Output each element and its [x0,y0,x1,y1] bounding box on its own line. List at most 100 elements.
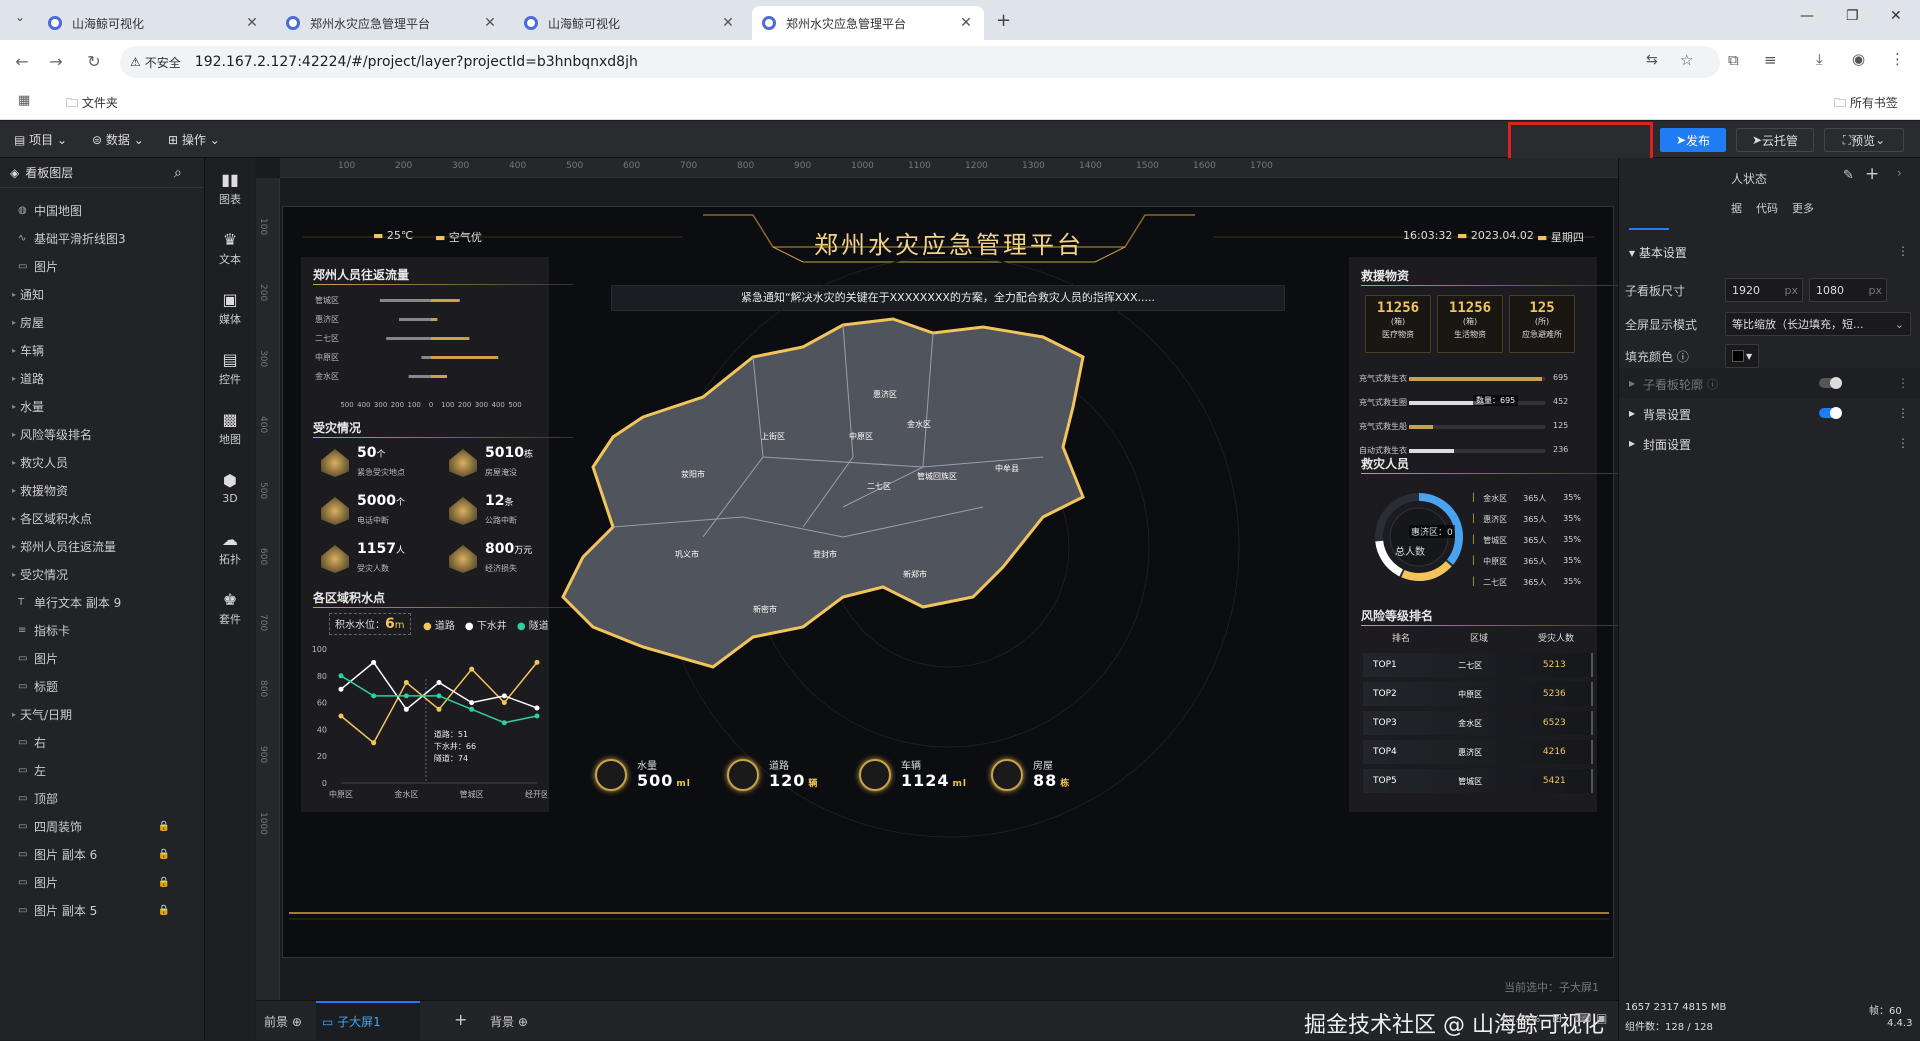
lock-icon[interactable]: 🔒 [158,821,170,832]
layer-item[interactable]: ▸ 各区域积水点 [0,504,204,532]
background-toggle[interactable] [1819,407,1842,419]
widget-media[interactable]: ▣ 媒体 [205,278,255,338]
security-label[interactable]: 不安全 [145,54,181,71]
caret-right-icon[interactable]: ▸ [8,318,20,327]
add-circle-icon[interactable]: ⊕ [518,1015,528,1029]
bar-fill[interactable] [1409,377,1543,381]
more-icon[interactable]: ⋮ [1897,436,1909,450]
widget-kit[interactable]: ♚ 套件 [205,578,255,638]
help-icon[interactable]: ⓘ [1707,376,1718,392]
close-tab-icon[interactable]: ✕ [244,15,260,31]
layer-item[interactable]: ▸ 天气/日期 [0,700,204,728]
tab-list-dropdown[interactable]: ⌄ [10,10,30,30]
layer-item[interactable]: ▸ 房屋 [0,308,204,336]
caret-right-icon[interactable]: ▸ [8,710,20,719]
layer-item[interactable]: ▸ 通知 [0,280,204,308]
chevron-right-icon[interactable]: › [1897,166,1902,180]
browser-tab-active[interactable]: 郑州水灾应急管理平台 ✕ [752,6,984,40]
new-tab-icon[interactable]: + [996,10,1011,31]
star-icon[interactable]: ☆ [1680,51,1693,69]
media-icon[interactable]: ≡ [1764,51,1777,69]
lock-icon[interactable]: 🔒 [158,905,170,916]
close-tab-icon[interactable]: ✕ [720,15,736,31]
terminal-icon[interactable]: ▣ [1596,1011,1607,1025]
tab-background[interactable]: 背景 ⊕ [490,1013,528,1030]
download-icon[interactable]: ⤓ [1816,50,1823,68]
browser-tab[interactable]: 郑州水灾应急管理平台 ✕ [276,6,508,40]
layer-item[interactable]: ∿ 基础平滑折线图3 [0,224,204,252]
caret-right-icon[interactable]: ▸ [8,542,20,551]
add-icon[interactable]: + [1865,164,1879,184]
layer-item[interactable]: ▭ 四周装饰 🔒 [0,812,204,840]
layer-item[interactable]: ▸ 水量 [0,392,204,420]
close-tab-icon[interactable]: ✕ [482,15,498,31]
add-circle-icon[interactable]: ⊕ [292,1015,302,1029]
extensions-icon[interactable]: ⧉ [1728,51,1739,69]
apps-icon[interactable]: ▦ [18,93,30,108]
caret-right-icon[interactable]: ▸ [8,402,20,411]
browser-tab[interactable]: 山海鲸可视化 ✕ [38,6,270,40]
fill-color-picker[interactable]: ▼ [1725,344,1759,368]
caret-right-icon[interactable]: ▸ [8,458,20,467]
tab-sub-screen[interactable]: ▭ 子大屏1 [316,1001,420,1041]
menu-data[interactable]: ⊜ 数据 ⌄ [92,131,144,148]
bar-fill[interactable] [1409,449,1454,453]
layer-item[interactable]: ≡ 指标卡 [0,616,204,644]
layer-item[interactable]: ▭ 图片 [0,644,204,672]
canvas-area[interactable]: 100 200 300 400 500 600 700 800 900 1000 1100 1200 1… [256,158,1618,1000]
section-basic[interactable]: ▾ 基本设置 [1629,244,1687,261]
back-icon[interactable]: ← [12,52,32,71]
layer-item[interactable]: ▭ 左 [0,756,204,784]
layer-item[interactable]: ▭ 图片 副本 5 🔒 [0,896,204,924]
menu-project[interactable]: ▤ 项目 ⌄ [14,131,67,148]
height-input[interactable]: 1080 px [1809,278,1887,302]
layer-item[interactable]: ▭ 顶部 [0,784,204,812]
layer-item[interactable]: ▸ 郑州人员往返流量 [0,532,204,560]
translate-icon[interactable]: ⇆ [1646,52,1658,68]
keyboard-icon[interactable]: ⌨ [1574,1011,1591,1025]
lock-icon[interactable]: 🔒 [158,849,170,860]
layer-item[interactable]: ▸ 受灾情况 [0,560,204,588]
layer-item[interactable]: ◍ 中国地图 [0,196,204,224]
caret-right-icon[interactable]: ▸ [8,346,20,355]
widget-map[interactable]: ▩ 地图 [205,398,255,458]
outline-toggle[interactable] [1819,377,1842,389]
edit-icon[interactable]: ✎ [1843,168,1854,183]
caret-right-icon[interactable]: ▸ [8,430,20,439]
preview-button[interactable]: ⛶ 预览 ⌄ [1824,128,1904,152]
risk-row[interactable]: TOP3 金水区 6523 [1363,711,1593,735]
lock-icon[interactable]: 🔒 [158,877,170,888]
caret-right-icon[interactable]: ▸ [8,514,20,523]
close-window-icon[interactable]: ✕ [1890,8,1902,24]
more-icon[interactable]: ⋮ [1897,244,1909,258]
layer-item[interactable]: ▭ 标题 [0,672,204,700]
risk-row[interactable]: TOP5 管城区 5421 [1363,769,1593,793]
risk-row[interactable]: TOP4 惠济区 4216 [1363,740,1593,764]
browser-tab[interactable]: 山海鲸可视化 ✕ [514,6,746,40]
layer-item[interactable]: ▸ 车辆 [0,336,204,364]
tab-data[interactable]: 据 [1731,200,1742,216]
layer-item[interactable]: ▭ 右 [0,728,204,756]
warning-icon[interactable]: ⚠ [130,55,141,69]
width-input[interactable]: 1920 px [1725,278,1803,302]
minimize-icon[interactable]: — [1800,8,1814,24]
widget-text[interactable]: ♛ 文本 [205,218,255,278]
tab-more[interactable]: 更多 [1792,200,1814,216]
all-bookmarks[interactable]: 🗀 所有书签 [1834,94,1898,115]
layer-item[interactable]: ▸ 救灾人员 [0,448,204,476]
zoom-level[interactable]: 69.79% [1502,1014,1540,1025]
cover-row[interactable]: ▸ 封面设置 ⋮ [1619,428,1920,458]
more-icon[interactable]: ⋮ [1897,406,1909,420]
map-region-outline[interactable] [561,317,1085,669]
widget-3d[interactable]: ⬢ 3D [205,458,255,518]
caret-right-icon[interactable]: ▸ [8,290,20,299]
bookmark-folder[interactable]: 🗀 文件夹 [66,94,118,115]
layer-item[interactable]: T 单行文本 副本 9 [0,588,204,616]
forward-icon[interactable]: → [46,52,66,71]
profile-icon[interactable]: ◉ [1852,50,1865,68]
caret-right-icon[interactable]: ▸ [8,374,20,383]
layer-item[interactable]: ▸ 道路 [0,364,204,392]
dashboard-screen[interactable]: 郑州水灾应急管理平台 ▬ 25℃ ▬ 空气优 16:03:32 ▬ 2023.0… [282,206,1618,958]
reload-icon[interactable]: ↻ [84,52,104,71]
url-bar[interactable]: ⚠ 不安全 192.167.2.127:42224/#/project/laye… [120,46,1720,78]
